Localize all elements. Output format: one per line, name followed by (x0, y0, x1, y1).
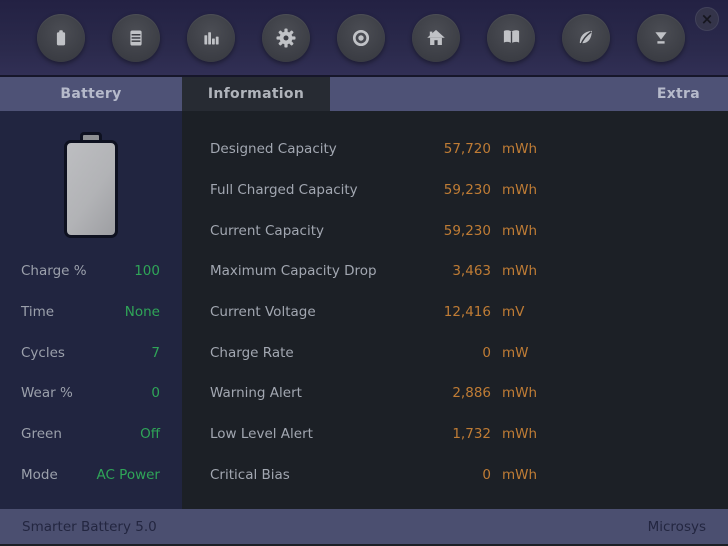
leaf-icon (579, 30, 592, 45)
information-panel: Designed Capacity 57,720 mWh Full Charge… (182, 111, 728, 509)
home-icon (427, 29, 445, 45)
stat-label: Cycles (21, 344, 65, 361)
close-icon: × (700, 9, 714, 28)
stat-label: Time (21, 304, 55, 321)
info-label: Full Charged Capacity (210, 182, 358, 199)
stat-value: AC Power (96, 466, 160, 483)
book-icon-button[interactable] (487, 13, 535, 62)
battery-stat-row: Wear % 0 (0, 373, 182, 414)
info-label: Current Voltage (210, 304, 316, 321)
info-label: Low Level Alert (210, 426, 313, 443)
info-row: Current Capacity 59,230 mWh (182, 210, 728, 251)
battery-stat-row: Time None (0, 292, 182, 333)
battery-stat-row: Cycles 7 (0, 332, 182, 373)
battery-stat-row: Charge % 100 (0, 251, 182, 292)
stat-value: 0 (151, 385, 160, 402)
book-icon (503, 30, 519, 44)
info-label: Critical Bias (210, 466, 290, 483)
info-row: Full Charged Capacity 59,230 mWh (182, 170, 728, 211)
target-icon-button[interactable] (337, 13, 385, 62)
content-area: Charge % 100 Time None Cycles 7 Wear % 0… (0, 111, 728, 509)
info-row: Warning Alert 2,886 mWh (182, 373, 728, 414)
bar-chart-icon-button[interactable] (187, 13, 235, 62)
info-unit: mWh (502, 263, 538, 280)
stat-value: None (124, 304, 160, 321)
vendor-name: Microsys (647, 518, 706, 535)
battery-stat-row: Mode AC Power (0, 454, 182, 495)
tab-label: Battery (60, 86, 122, 102)
tab-information[interactable]: Information (182, 77, 330, 111)
list-icon (130, 30, 142, 45)
info-row: Critical Bias 0 mWh (182, 455, 728, 496)
battery-stats-list: Charge % 100 Time None Cycles 7 Wear % 0… (0, 251, 182, 495)
info-row: Designed Capacity 57,720 mWh (182, 129, 728, 170)
app-title: Smarter Battery 5.0 (22, 518, 157, 535)
info-label: Charge Rate (210, 344, 294, 361)
leaf-icon-button[interactable] (562, 13, 610, 62)
info-value: 0 (482, 466, 491, 483)
stat-value: 100 (134, 263, 160, 280)
target-icon (352, 29, 370, 46)
info-label: Warning Alert (210, 385, 302, 402)
tab-label: Extra (656, 86, 700, 102)
list-icon-button[interactable] (112, 13, 160, 62)
info-unit: mWh (502, 426, 538, 443)
app-window: × Battery Information Extra Charge % 100… (0, 0, 728, 546)
info-unit: mWh (502, 222, 538, 239)
battery-level-graphic (64, 132, 118, 238)
info-value: 57,720 (443, 141, 491, 158)
stat-value: 7 (151, 344, 160, 361)
battery-summary-panel: Charge % 100 Time None Cycles 7 Wear % 0… (0, 111, 182, 509)
tab-extra[interactable]: Extra (657, 77, 728, 111)
tab-bar: Battery Information Extra (0, 77, 728, 111)
funnel-icon-button[interactable] (637, 13, 685, 62)
stat-label: Green (21, 426, 62, 443)
information-list: Designed Capacity 57,720 mWh Full Charge… (182, 129, 728, 495)
battery-graphic-body (64, 140, 118, 238)
info-value: 59,230 (443, 222, 491, 239)
stat-label: Mode (21, 466, 58, 483)
battery-icon-button[interactable] (37, 13, 85, 62)
info-row: Current Voltage 12,416 mV (182, 292, 728, 333)
gear-icon-button[interactable] (262, 13, 310, 62)
stat-label: Charge % (21, 263, 87, 280)
battery-icon (56, 29, 66, 45)
battery-stat-row: Green Off (0, 414, 182, 455)
info-unit: mW (502, 344, 529, 361)
status-bar: Smarter Battery 5.0 Microsys (0, 509, 728, 544)
info-value: 0 (482, 344, 491, 361)
info-value: 2,886 (452, 385, 491, 402)
info-value: 3,463 (452, 263, 491, 280)
info-unit: mWh (502, 466, 538, 483)
tab-label: Information (207, 86, 305, 102)
info-row: Maximum Capacity Drop 3,463 mWh (182, 251, 728, 292)
info-value: 59,230 (443, 182, 491, 199)
stat-value: Off (140, 426, 160, 443)
info-label: Maximum Capacity Drop (210, 263, 377, 280)
info-label: Current Capacity (210, 222, 324, 239)
info-row: Low Level Alert 1,732 mWh (182, 414, 728, 455)
info-label: Designed Capacity (210, 141, 337, 158)
home-icon-button[interactable] (412, 13, 460, 62)
info-unit: mWh (502, 141, 538, 158)
info-unit: mWh (502, 385, 538, 402)
funnel-icon (655, 31, 667, 44)
info-unit: mV (502, 304, 525, 321)
bar-chart-icon (204, 31, 219, 44)
close-button[interactable]: × (695, 7, 719, 31)
info-unit: mWh (502, 182, 538, 199)
toolbar: × (0, 0, 728, 77)
tab-battery[interactable]: Battery (0, 77, 182, 111)
info-value: 1,732 (452, 426, 491, 443)
info-value: 12,416 (443, 304, 491, 321)
stat-label: Wear % (21, 385, 73, 402)
gear-icon (276, 27, 296, 48)
info-row: Charge Rate 0 mW (182, 332, 728, 373)
